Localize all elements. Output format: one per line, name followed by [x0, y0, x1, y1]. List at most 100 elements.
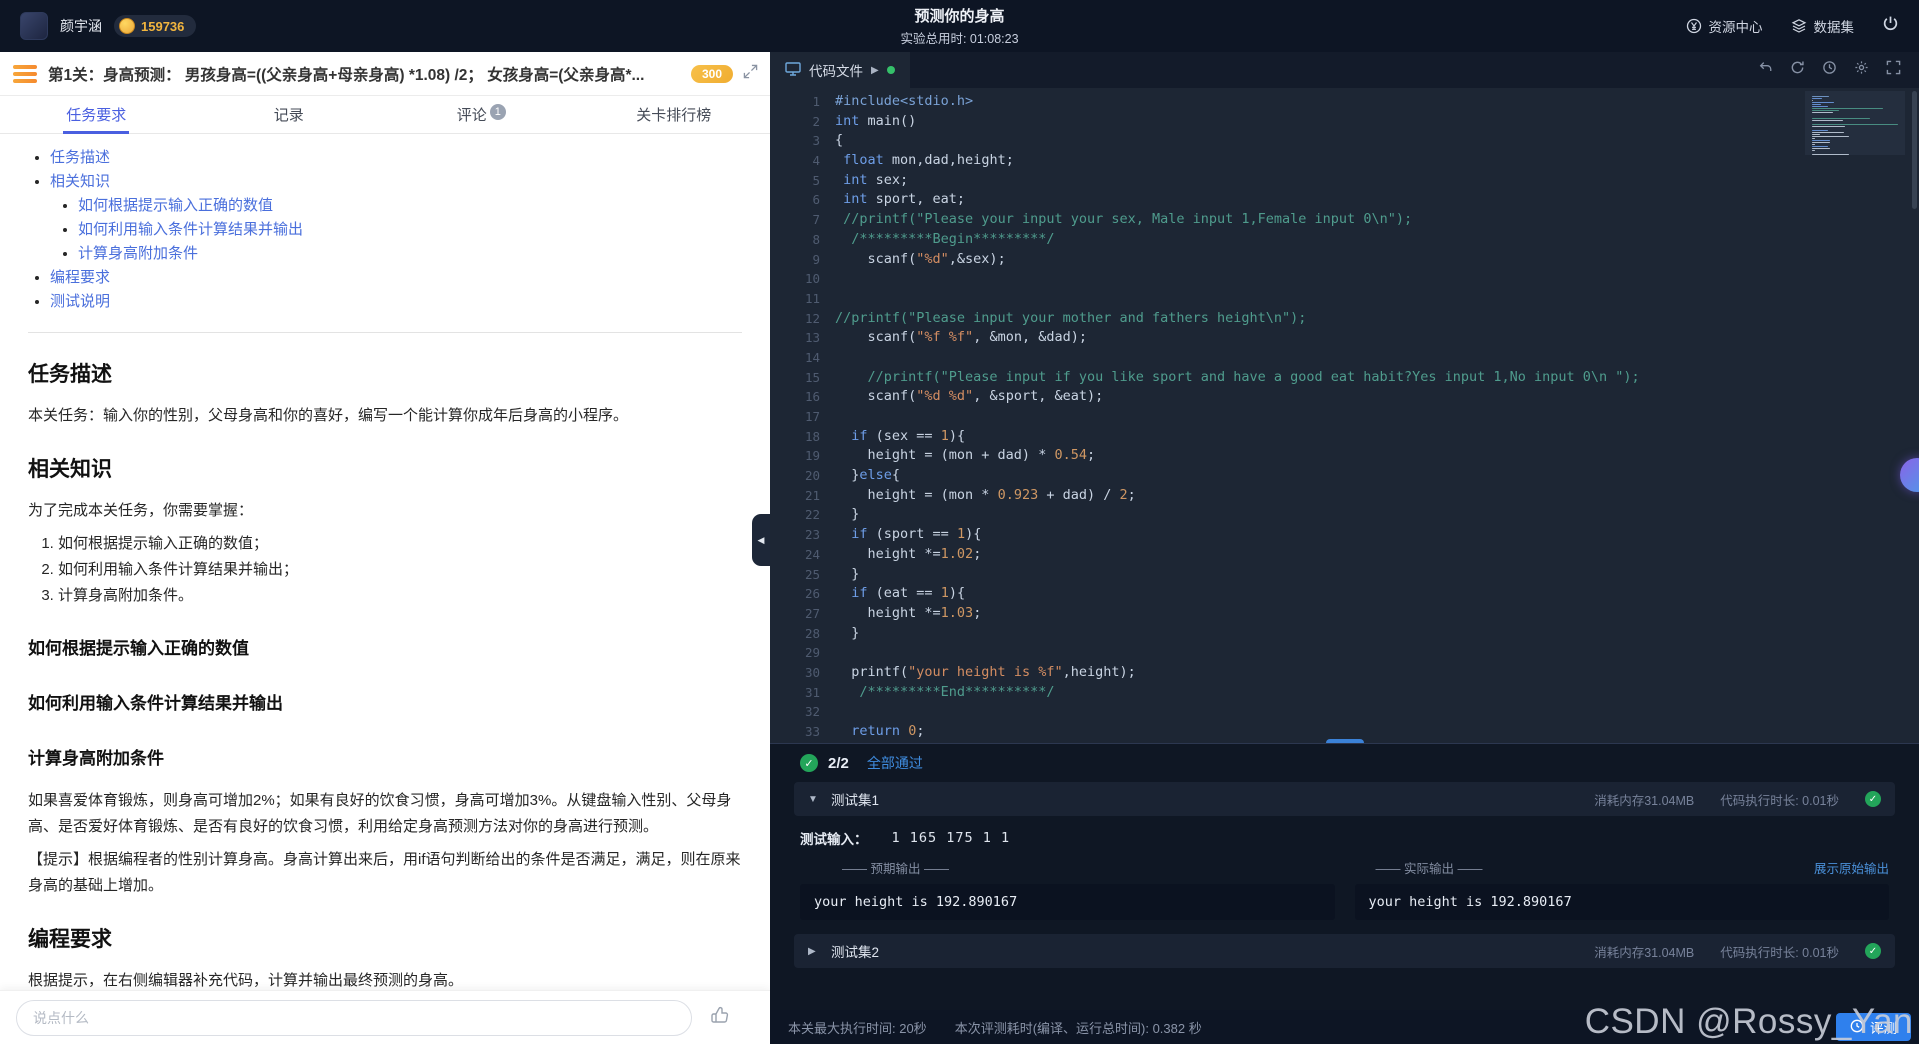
toc-subitem: 如何利用输入条件计算结果并输出	[78, 218, 742, 242]
tab-comments[interactable]: 评论 1	[385, 96, 578, 133]
pass-score: 2/2	[828, 754, 849, 772]
code-line[interactable]: 9 scanf("%d",&sex);	[770, 250, 1919, 270]
code-line[interactable]: 31 /*********End**********/	[770, 683, 1919, 703]
settings-button[interactable]	[1854, 60, 1869, 80]
comment-input[interactable]	[16, 999, 692, 1036]
code-line[interactable]: 30 printf("your height is %f",height);	[770, 663, 1919, 683]
coin-count: 159736	[141, 18, 185, 34]
tab-task-requirements[interactable]: 任务要求	[0, 96, 193, 134]
code-line[interactable]: 19 height = (mon + dad) * 0.54;	[770, 446, 1919, 466]
code-panel: 代码文件 ▶ 1 #include<stdio.h> 2 int main() 3{4 …	[770, 52, 1919, 1044]
toc-link-test-notes[interactable]: 测试说明	[50, 293, 110, 310]
testset-1-memory: 消耗内存31.04MB	[1594, 793, 1695, 808]
actual-output-box: your height is 192.890167	[1354, 884, 1889, 920]
editor-resize-handle[interactable]	[1325, 739, 1364, 743]
power-button[interactable]	[1882, 15, 1899, 37]
refresh-icon	[1790, 60, 1805, 80]
code-line[interactable]: 6 int sport, eat;	[770, 190, 1919, 210]
code-line[interactable]: 18 if (sex == 1){	[770, 427, 1919, 447]
test-results-panel: ✓ 2/2 全部通过 ▼ 测试集1 消耗内存31.04MB 代码执行时长: 0.…	[770, 744, 1919, 1010]
code-line[interactable]: 23 if (sport == 1){	[770, 525, 1919, 545]
code-line[interactable]: 29	[770, 643, 1919, 663]
code-line[interactable]: 10	[770, 269, 1919, 289]
code-line[interactable]: 1 #include<stdio.h>	[770, 92, 1919, 112]
knowledge-item: 如何利用输入条件计算结果并输出；	[58, 557, 742, 583]
toc-link-task-desc[interactable]: 任务描述	[50, 149, 110, 166]
section-heading-knowledge: 相关知识	[28, 458, 112, 482]
code-line[interactable]: 28 }	[770, 624, 1919, 644]
toc-link-requirements[interactable]: 编程要求	[50, 269, 110, 286]
tab-code-file[interactable]: 代码文件 ▶	[770, 52, 910, 88]
expand-task-button[interactable]	[743, 64, 758, 84]
tab-leaderboard[interactable]: 关卡排行榜	[578, 96, 771, 133]
code-line[interactable]: 8 /*********Begin*********/	[770, 230, 1919, 250]
code-line[interactable]: 20 }else{	[770, 466, 1919, 486]
toc-item: 编程要求	[50, 266, 742, 290]
nav-resource-center[interactable]: 资源中心	[1686, 16, 1763, 36]
run-icon[interactable]: ▶	[871, 65, 879, 76]
code-line[interactable]: 2 int main()	[770, 112, 1919, 132]
toc-link-input-values[interactable]: 如何根据提示输入正确的数值	[78, 197, 273, 214]
testset-2-pass-icon: ✓	[1865, 943, 1881, 959]
like-button[interactable]	[710, 1005, 730, 1030]
code-line[interactable]: 24 height *=1.02;	[770, 545, 1919, 565]
code-line[interactable]: 17	[770, 407, 1919, 427]
testset-2-name: 测试集2	[831, 945, 880, 960]
testset-2-header[interactable]: ▶ 测试集2 消耗内存31.04MB 代码执行时长: 0.01秒 ✓	[794, 934, 1895, 968]
fullscreen-button[interactable]	[1886, 60, 1901, 80]
all-passed-link[interactable]: 全部通过	[867, 753, 923, 773]
knowledge-intro: 为了完成本关任务，你需要掌握：	[28, 501, 254, 519]
toc-item: 相关知识 如何根据提示输入正确的数值 如何利用输入条件计算结果并输出 计算身高附…	[50, 170, 742, 266]
caret-down-icon: ▼	[808, 793, 818, 805]
code-line[interactable]: 13 scanf("%f %f", &mon, &dad);	[770, 328, 1919, 348]
expected-output-box: your height is 192.890167	[800, 884, 1335, 920]
scrollbar-thumb[interactable]	[1912, 91, 1917, 209]
test-input-label: 测试输入：	[800, 832, 868, 847]
code-line[interactable]: 7 //printf("Please your input your sex, …	[770, 210, 1919, 230]
username[interactable]: 颜宇涵	[60, 16, 102, 36]
code-line[interactable]: 32	[770, 702, 1919, 722]
refresh-button[interactable]	[1790, 60, 1805, 80]
code-line[interactable]: 22 }	[770, 505, 1919, 525]
code-line[interactable]: 12//printf("Please input your mother and…	[770, 309, 1919, 329]
code-line[interactable]: 14	[770, 348, 1919, 368]
score-badge: 300	[690, 64, 733, 83]
code-line[interactable]: 5 int sex;	[770, 171, 1919, 191]
menu-button[interactable]	[12, 63, 38, 85]
code-line[interactable]: 15 //printf("Please input if you like sp…	[770, 368, 1919, 388]
tab-records[interactable]: 记录	[193, 96, 386, 133]
testset-1-header[interactable]: ▼ 测试集1 消耗内存31.04MB 代码执行时长: 0.01秒 ✓	[794, 782, 1895, 816]
history-button[interactable]	[1822, 60, 1837, 80]
dataset-icon	[1791, 18, 1807, 34]
code-line[interactable]: 4 float mon,dad,height;	[770, 151, 1919, 171]
code-line[interactable]: 25 }	[770, 565, 1919, 585]
app-logo[interactable]	[20, 12, 48, 40]
toc-link-conditions[interactable]: 如何利用输入条件计算结果并输出	[78, 221, 303, 238]
nav-dataset[interactable]: 数据集	[1791, 16, 1854, 36]
show-raw-output-link[interactable]: 展示原始输出	[1814, 858, 1889, 877]
expected-output-label: —— 预期输出 ——	[842, 862, 949, 876]
code-line[interactable]: 27 height *=1.03;	[770, 604, 1919, 624]
toc-link-knowledge[interactable]: 相关知识	[50, 173, 110, 190]
code-line[interactable]: 21 height = (mon * 0.923 + dad) / 2;	[770, 486, 1919, 506]
testset-1: ▼ 测试集1 消耗内存31.04MB 代码执行时长: 0.01秒 ✓ 测试输入：…	[794, 782, 1895, 920]
testset-1-duration: 代码执行时长: 0.01秒	[1720, 793, 1839, 808]
code-line[interactable]: 16 scanf("%d %d", &sport, &eat);	[770, 387, 1919, 407]
collapse-panel-button[interactable]: ◀	[752, 514, 770, 566]
evaluate-button[interactable]: 评测	[1836, 1013, 1911, 1041]
task-title: 第1关：身高预测： 男孩身高=((父亲身高+母亲身高) *1.08) /2； 女…	[48, 66, 645, 84]
code-line[interactable]: 11	[770, 289, 1919, 309]
task-desc-paragraph: 本关任务：输入你的性别，父母身高和你的喜好，编写一个能计算你成年后身高的小程序。	[28, 406, 629, 424]
coin-badge[interactable]: 159736	[114, 15, 197, 37]
task-panel: 第1关：身高预测： 男孩身高=((父亲身高+母亲身高) *1.08) /2； 女…	[0, 52, 770, 1044]
toc-link-extra-conditions[interactable]: 计算身高附加条件	[78, 245, 198, 262]
code-line[interactable]: 3{	[770, 131, 1919, 151]
experiment-title: 预测你的身高	[914, 8, 1005, 25]
code-line[interactable]: 26 if (eat == 1){	[770, 584, 1919, 604]
code-editor: 1 #include<stdio.h> 2 int main() 3{4 float m…	[770, 88, 1919, 744]
undo-button[interactable]	[1758, 60, 1773, 80]
minimap[interactable]	[1805, 91, 1905, 155]
undo-icon	[1758, 60, 1773, 80]
hint-paragraph: 【提示】根据编程者的性别计算身高。身高计算出来后，用if语句判断给出的条件是否满…	[28, 851, 741, 894]
comments-count-badge: 1	[489, 104, 506, 120]
